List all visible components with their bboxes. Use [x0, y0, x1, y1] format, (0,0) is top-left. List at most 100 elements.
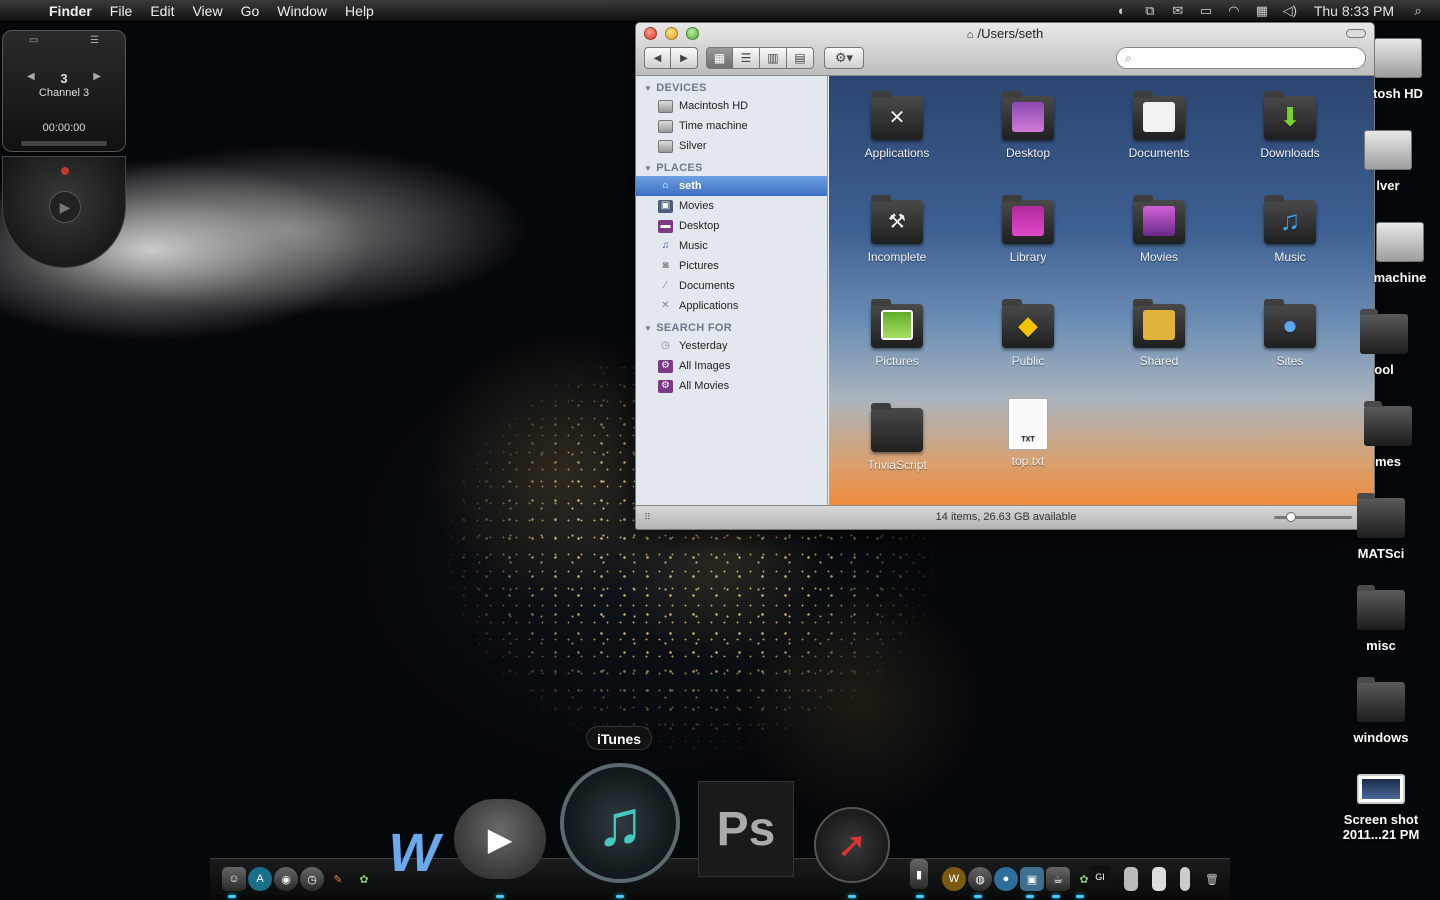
- document-stack-dock-icon-3[interactable]: [1180, 867, 1190, 891]
- folder-sites[interactable]: ● Sites: [1240, 299, 1340, 368]
- sidebar-header-places[interactable]: ▼ PLACES: [636, 156, 827, 176]
- playback-progress[interactable]: [21, 141, 107, 146]
- document-stack-dock-icon[interactable]: [1124, 867, 1138, 891]
- sidebar-item-movies[interactable]: ▣ Movies: [636, 196, 827, 216]
- desktop-icon-macintosh-hd[interactable]: tosh HD: [1350, 38, 1440, 101]
- remote-dock-icon[interactable]: ▮: [910, 859, 928, 889]
- folder-movies[interactable]: Movies: [1109, 195, 1209, 264]
- tree-dock-icon[interactable]: ✿: [352, 867, 376, 891]
- desktop-icon-silver[interactable]: lver: [1340, 130, 1436, 193]
- sidebar-item-yesterday[interactable]: ◷ Yesterday: [636, 336, 827, 356]
- grip-icon[interactable]: ⠿: [644, 506, 651, 529]
- desktop-icon-windows[interactable]: windows: [1333, 677, 1429, 745]
- action-gear-button[interactable]: ⚙▾: [824, 47, 864, 69]
- desktop-icon-ool[interactable]: ool: [1336, 309, 1432, 377]
- file-top-txt[interactable]: TXT top.txt: [978, 398, 1078, 468]
- sidebar-item-pictures[interactable]: ◙ Pictures: [636, 256, 827, 276]
- list-icon[interactable]: ☰: [90, 35, 99, 46]
- folder-shared[interactable]: Shared: [1109, 299, 1209, 368]
- gpu-dock-icon[interactable]: GI: [1090, 865, 1110, 889]
- sidebar-item-all-images[interactable]: ⚙ All Images: [636, 356, 827, 376]
- app-dock-icon-c[interactable]: ▣: [1020, 867, 1044, 891]
- desktop-icon-games[interactable]: mes: [1340, 401, 1436, 469]
- volume-icon[interactable]: ◁): [1280, 3, 1300, 19]
- document-stack-dock-icon-2[interactable]: [1152, 867, 1166, 891]
- time-machine-icon[interactable]: ◐: [1112, 3, 1132, 19]
- desktop-icon-time-machine[interactable]: machine: [1352, 222, 1440, 285]
- column-view-button[interactable]: ▥: [760, 47, 787, 69]
- folder-applications[interactable]: ✕ Applications: [847, 91, 947, 160]
- app-store-dock-icon[interactable]: A: [248, 867, 272, 891]
- spaces-icon[interactable]: ⧉: [1140, 3, 1160, 19]
- photoshop-dock-icon[interactable]: Ps: [698, 781, 794, 877]
- sidebar-item-applications[interactable]: ✕ Applications: [636, 296, 827, 316]
- menubar-clock[interactable]: Thu 8:33 PM: [1314, 3, 1394, 19]
- desktop-icon-misc[interactable]: misc: [1333, 585, 1429, 653]
- preview-dock-icon[interactable]: ✎: [326, 867, 350, 891]
- status-text: 14 items, 26.63 GB available: [935, 511, 1077, 523]
- folder-desktop[interactable]: Desktop: [978, 91, 1078, 160]
- facetime-dock-icon[interactable]: ▶: [454, 799, 546, 879]
- finder-dock-icon[interactable]: ☺: [222, 867, 246, 891]
- folder-icon: [1360, 309, 1408, 354]
- menu-finder[interactable]: Finder: [40, 0, 101, 22]
- menu-help[interactable]: Help: [336, 0, 383, 22]
- itunes-dock-icon[interactable]: ♫: [560, 763, 680, 883]
- calendar-icon[interactable]: ▦: [1252, 3, 1272, 19]
- finder-content-area[interactable]: ✕ Applications Desktop Documents ⬇ Downloa…: [829, 76, 1374, 507]
- search-field[interactable]: ⌕: [1116, 47, 1366, 69]
- display-icon[interactable]: ▭: [1196, 3, 1216, 19]
- menu-go[interactable]: Go: [232, 0, 269, 22]
- app-dock-icon-a[interactable]: ◍: [968, 867, 992, 891]
- sidebar-header-search[interactable]: ▼ SEARCH FOR: [636, 316, 827, 336]
- app-dock-icon-b[interactable]: ●: [994, 867, 1018, 891]
- menu-icon[interactable]: ▭: [29, 35, 38, 46]
- mail-icon[interactable]: ✉: [1168, 3, 1188, 19]
- trash-icon[interactable]: 🗑: [1204, 867, 1220, 891]
- menu-edit[interactable]: Edit: [141, 0, 183, 22]
- folder-incomplete[interactable]: ⚒ Incomplete: [847, 195, 947, 264]
- word-dock-icon[interactable]: W: [382, 823, 446, 883]
- forward-button[interactable]: ▶: [671, 47, 698, 69]
- desktop-icon-matsci[interactable]: MATSci: [1333, 493, 1429, 561]
- back-button[interactable]: ◀: [644, 47, 671, 69]
- sidebar-item-documents[interactable]: ⁄ Documents: [636, 276, 827, 296]
- sidebar-item-all-movies[interactable]: ⚙ All Movies: [636, 376, 827, 396]
- menu-file[interactable]: File: [101, 0, 142, 22]
- menu-window[interactable]: Window: [268, 0, 336, 22]
- menu-view[interactable]: View: [183, 0, 231, 22]
- coverflow-view-button[interactable]: ▤: [787, 47, 814, 69]
- play-icon[interactable]: ▶: [49, 191, 81, 223]
- wifi-icon[interactable]: ◠: [1224, 3, 1244, 19]
- slider-knob[interactable]: [1286, 512, 1296, 522]
- folder-music[interactable]: ♫ Music: [1240, 195, 1340, 264]
- search-input[interactable]: [1135, 51, 1336, 65]
- sidebar-header-devices[interactable]: ▼ DEVICES: [636, 76, 827, 96]
- record-icon[interactable]: [61, 167, 69, 175]
- sidebar-item-seth[interactable]: ⌂ seth: [636, 176, 827, 196]
- time-machine-dock-icon[interactable]: ◷: [300, 867, 324, 891]
- desktop-icon-screenshot[interactable]: Screen shot 2011...21 PM: [1333, 774, 1429, 842]
- folder-documents[interactable]: Documents: [1109, 91, 1209, 160]
- folder-triviascript[interactable]: TriviaScript: [847, 403, 947, 472]
- safari-compass-icon[interactable]: ➚: [814, 807, 890, 883]
- icon-view-button[interactable]: ▦: [706, 47, 733, 69]
- sidebar-item-desktop[interactable]: ▬ Desktop: [636, 216, 827, 236]
- warcraft-dock-icon[interactable]: W: [942, 867, 966, 891]
- control-wheel[interactable]: ▶: [2, 156, 126, 268]
- app-dock-icon-d[interactable]: ☕: [1046, 867, 1070, 891]
- folder-downloads[interactable]: ⬇ Downloads: [1240, 91, 1340, 160]
- playback-time: 00:00:00: [42, 122, 86, 134]
- sidebar-item-time-machine[interactable]: Time machine: [636, 116, 827, 136]
- window-titlebar[interactable]: ⌂/Users/seth ◀ ▶ ▦ ☰ ▥ ▤ ⚙▾ ⌕: [636, 23, 1374, 76]
- spotlight-icon[interactable]: ⌕: [1408, 3, 1428, 19]
- sidebar-item-macintosh-hd[interactable]: Macintosh HD: [636, 96, 827, 116]
- sidebar-item-silver[interactable]: Silver: [636, 136, 827, 156]
- folder-public[interactable]: ◆ Public: [978, 299, 1078, 368]
- list-view-button[interactable]: ☰: [733, 47, 760, 69]
- photo-booth-dock-icon[interactable]: ◉: [274, 867, 298, 891]
- sidebar-item-music[interactable]: ♫ Music: [636, 236, 827, 256]
- folder-library[interactable]: Library: [978, 195, 1078, 264]
- folder-pictures[interactable]: Pictures: [847, 299, 947, 368]
- toolbar-toggle-button[interactable]: [1346, 29, 1366, 38]
